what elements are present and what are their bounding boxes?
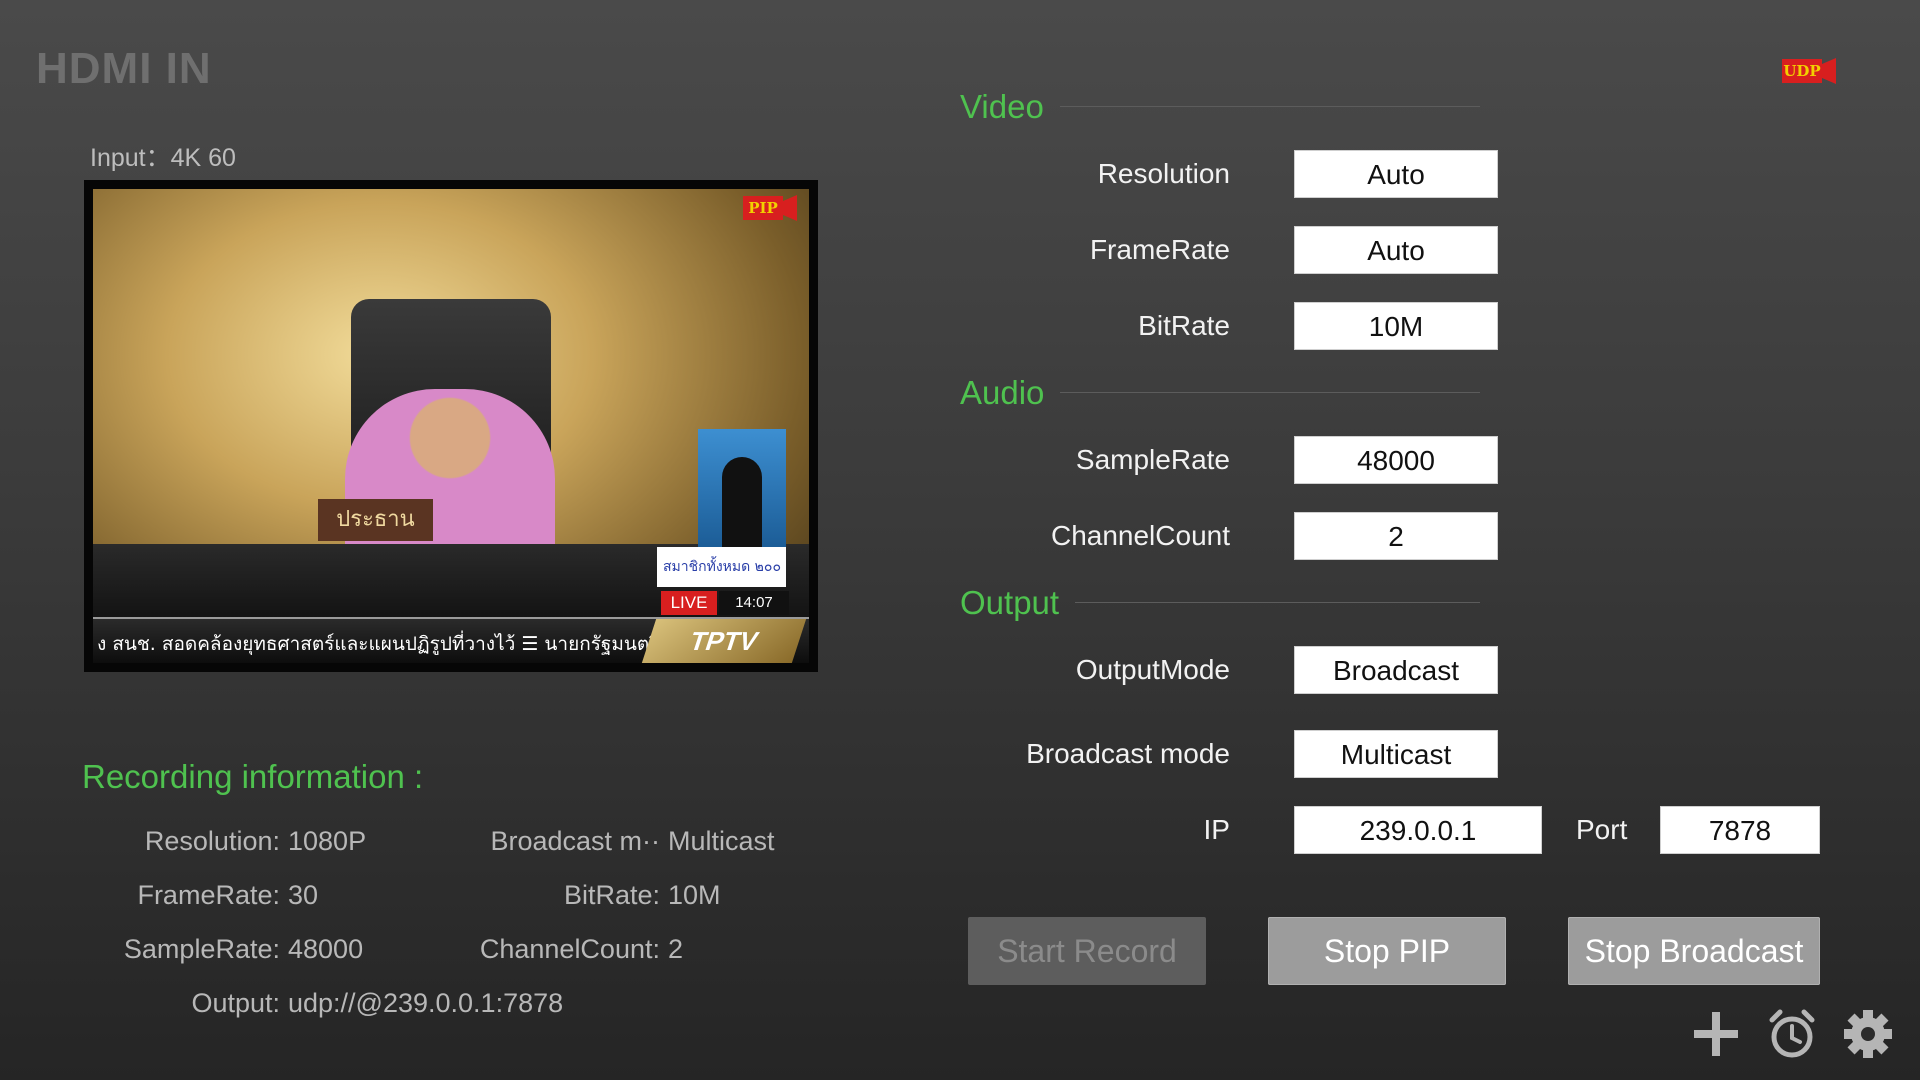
resolution-select[interactable]: Auto — [1294, 150, 1498, 198]
outputmode-label: OutputMode — [1075, 654, 1230, 685]
rec-framerate-row: FrameRate: 30 — [60, 880, 318, 911]
audio-section-title: Audio — [960, 374, 1045, 411]
rec-broadcast-mode-row: Broadcast m·· Multicast — [420, 826, 775, 857]
framerate-label: FrameRate — [1089, 234, 1230, 265]
rec-resolution-value: 1080P — [288, 826, 367, 856]
samplerate-select[interactable]: 48000 — [1294, 436, 1498, 484]
framerate-select[interactable]: Auto — [1294, 226, 1498, 274]
samplerate-label: SampleRate — [1075, 444, 1230, 475]
video-preview-screen: ประธาน สมาชิกทั้งหมด ๒๐๐ LIVE 14:07 ง สน… — [93, 189, 809, 663]
channelcount-label: ChannelCount — [1050, 520, 1230, 551]
app-title: HDMI IN — [36, 44, 212, 93]
broadcastmode-label: Broadcast mode — [1026, 738, 1230, 769]
outputmode-select[interactable]: Broadcast — [1294, 646, 1498, 694]
output-section-title: Output — [960, 584, 1060, 621]
rec-channelcount-label: ChannelCount: — [479, 934, 660, 964]
recording-info-title: Recording information : — [82, 758, 424, 795]
rec-channelcount-value: 2 — [668, 934, 684, 964]
rec-bitrate-value: 10M — [668, 880, 721, 910]
rec-framerate-label: FrameRate: — [137, 880, 280, 910]
pip-camera-icon: PIP — [743, 195, 797, 221]
rec-bitrate-label: BitRate: — [563, 880, 660, 910]
rec-output-value: udp://@239.0.0.1:7878 — [288, 988, 564, 1018]
sign-language-inset — [698, 429, 786, 547]
alarm-clock-icon[interactable] — [1766, 1008, 1818, 1060]
preview-nameplate: ประธาน — [318, 499, 433, 541]
rec-bitrate-row: BitRate: 10M — [420, 880, 721, 911]
rec-output-row: Output: udp://@239.0.0.1:7878 — [60, 988, 563, 1019]
bitrate-select[interactable]: 10M — [1294, 302, 1498, 350]
broadcast-time: 14:07 — [719, 591, 789, 615]
port-label: Port — [1576, 814, 1628, 845]
channelcount-select[interactable]: 2 — [1294, 512, 1498, 560]
video-section-title: Video — [960, 88, 1044, 125]
port-input[interactable]: 7878 — [1660, 806, 1820, 854]
rec-broadcast-mode-value: Multicast — [668, 826, 775, 856]
channel-logo: TPTV — [641, 619, 807, 663]
start-record-button[interactable]: Start Record — [968, 917, 1206, 985]
rec-output-label: Output: — [191, 988, 280, 1018]
rec-resolution-row: Resolution: 1080P — [60, 826, 366, 857]
member-counter: สมาชิกทั้งหมด ๒๐๐ — [657, 547, 786, 587]
video-preview[interactable]: ประธาน สมาชิกทั้งหมด ๒๐๐ LIVE 14:07 ง สน… — [84, 180, 818, 672]
rec-broadcast-mode-label: Broadcast m·· — [490, 826, 660, 856]
rec-samplerate-label: SampleRate: — [123, 934, 280, 964]
ip-label: IP — [1203, 814, 1230, 845]
resolution-label: Resolution — [1097, 158, 1230, 189]
news-ticker-text: ง สนช. สอดคล้องยุทธศาสตร์และแผนปฏิรูปที่… — [97, 633, 660, 655]
output-section-divider — [1075, 602, 1480, 603]
audio-section-divider — [1060, 392, 1480, 393]
pip-badge-label: PIP — [748, 199, 778, 217]
stop-broadcast-button[interactable]: Stop Broadcast — [1568, 917, 1820, 985]
rec-framerate-value: 30 — [288, 880, 319, 910]
rec-samplerate-row: SampleRate: 48000 — [60, 934, 363, 965]
plus-icon[interactable] — [1690, 1008, 1742, 1060]
input-format-label: Input：4K 60 — [90, 144, 236, 172]
live-badge: LIVE — [661, 591, 717, 615]
ip-input[interactable]: 239.0.0.1 — [1294, 806, 1542, 854]
udp-badge-label: UDP — [1783, 62, 1820, 80]
udp-camera-icon: UDP — [1782, 58, 1836, 84]
broadcastmode-select[interactable]: Multicast — [1294, 730, 1498, 778]
rec-channelcount-row: ChannelCount: 2 — [420, 934, 683, 965]
stop-pip-button[interactable]: Stop PIP — [1268, 917, 1506, 985]
bitrate-label: BitRate — [1138, 310, 1230, 341]
rec-samplerate-value: 48000 — [288, 934, 364, 964]
video-section-divider — [1060, 106, 1480, 107]
gear-icon[interactable] — [1842, 1008, 1894, 1060]
sign-language-presenter — [722, 457, 762, 547]
rec-resolution-label: Resolution: — [144, 826, 280, 856]
